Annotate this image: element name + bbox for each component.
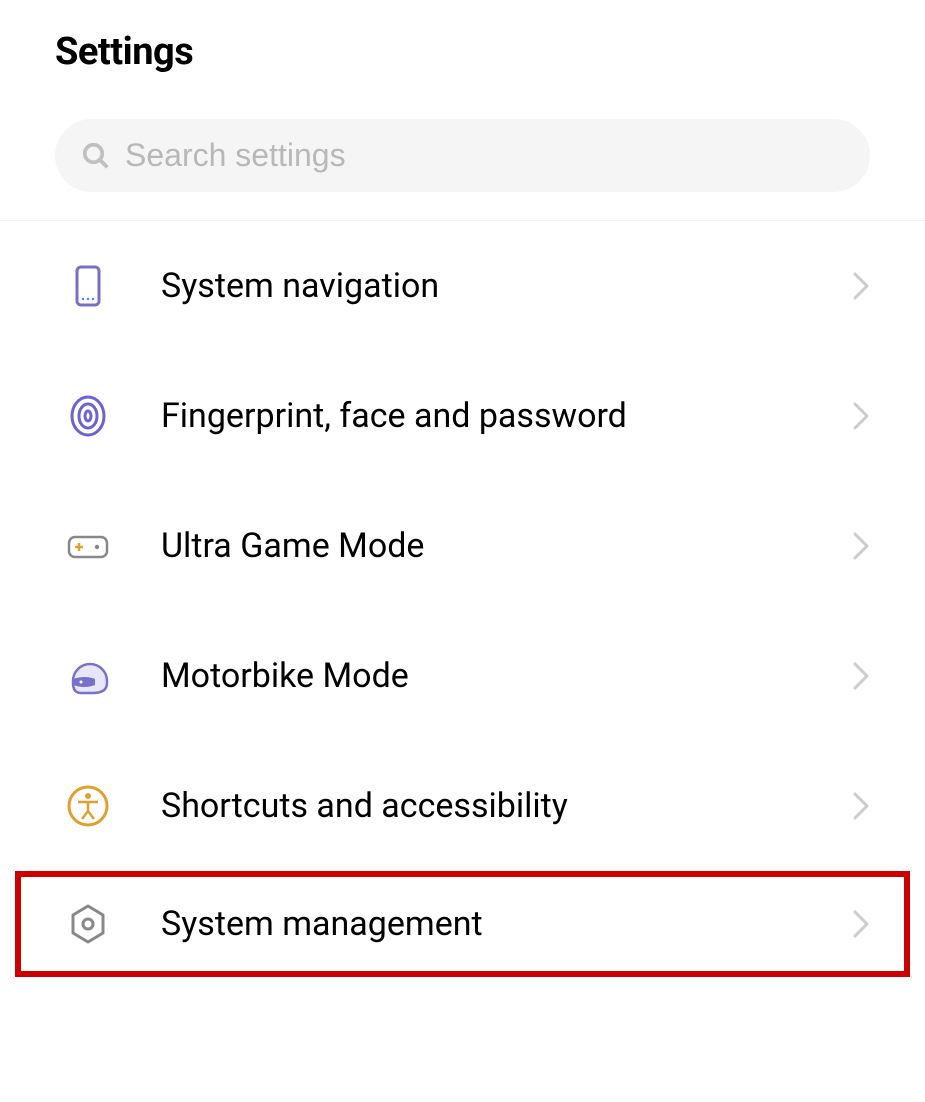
page-title: Settings <box>0 0 925 74</box>
phone-nav-icon <box>65 263 111 309</box>
chevron-right-icon <box>852 909 870 939</box>
list-item-motorbike-mode[interactable]: Motorbike Mode <box>0 611 925 741</box>
list-item-ultra-game-mode[interactable]: Ultra Game Mode <box>0 481 925 611</box>
item-label: Ultra Game Mode <box>161 526 802 566</box>
list-item-shortcuts-accessibility[interactable]: Shortcuts and accessibility <box>0 741 925 871</box>
item-label: Motorbike Mode <box>161 656 802 696</box>
helmet-icon <box>65 653 111 699</box>
item-label: System management <box>161 904 802 944</box>
search-input[interactable] <box>125 137 844 174</box>
chevron-right-icon <box>852 401 870 431</box>
accessibility-icon <box>65 783 111 829</box>
chevron-right-icon <box>852 531 870 561</box>
search-container <box>55 119 870 192</box>
gamepad-icon <box>65 523 111 569</box>
item-label: System navigation <box>161 266 802 306</box>
settings-list: System navigation Fingerprint, face and … <box>0 221 925 977</box>
chevron-right-icon <box>852 791 870 821</box>
item-label: Shortcuts and accessibility <box>161 786 802 826</box>
list-item-system-navigation[interactable]: System navigation <box>0 221 925 351</box>
gear-hex-icon <box>65 901 111 947</box>
search-bar[interactable] <box>55 119 870 192</box>
fingerprint-icon <box>65 393 111 439</box>
search-icon <box>81 141 111 171</box>
chevron-right-icon <box>852 271 870 301</box>
chevron-right-icon <box>852 661 870 691</box>
list-item-system-management[interactable]: System management <box>15 871 910 977</box>
list-item-fingerprint[interactable]: Fingerprint, face and password <box>0 351 925 481</box>
item-label: Fingerprint, face and password <box>161 396 802 436</box>
